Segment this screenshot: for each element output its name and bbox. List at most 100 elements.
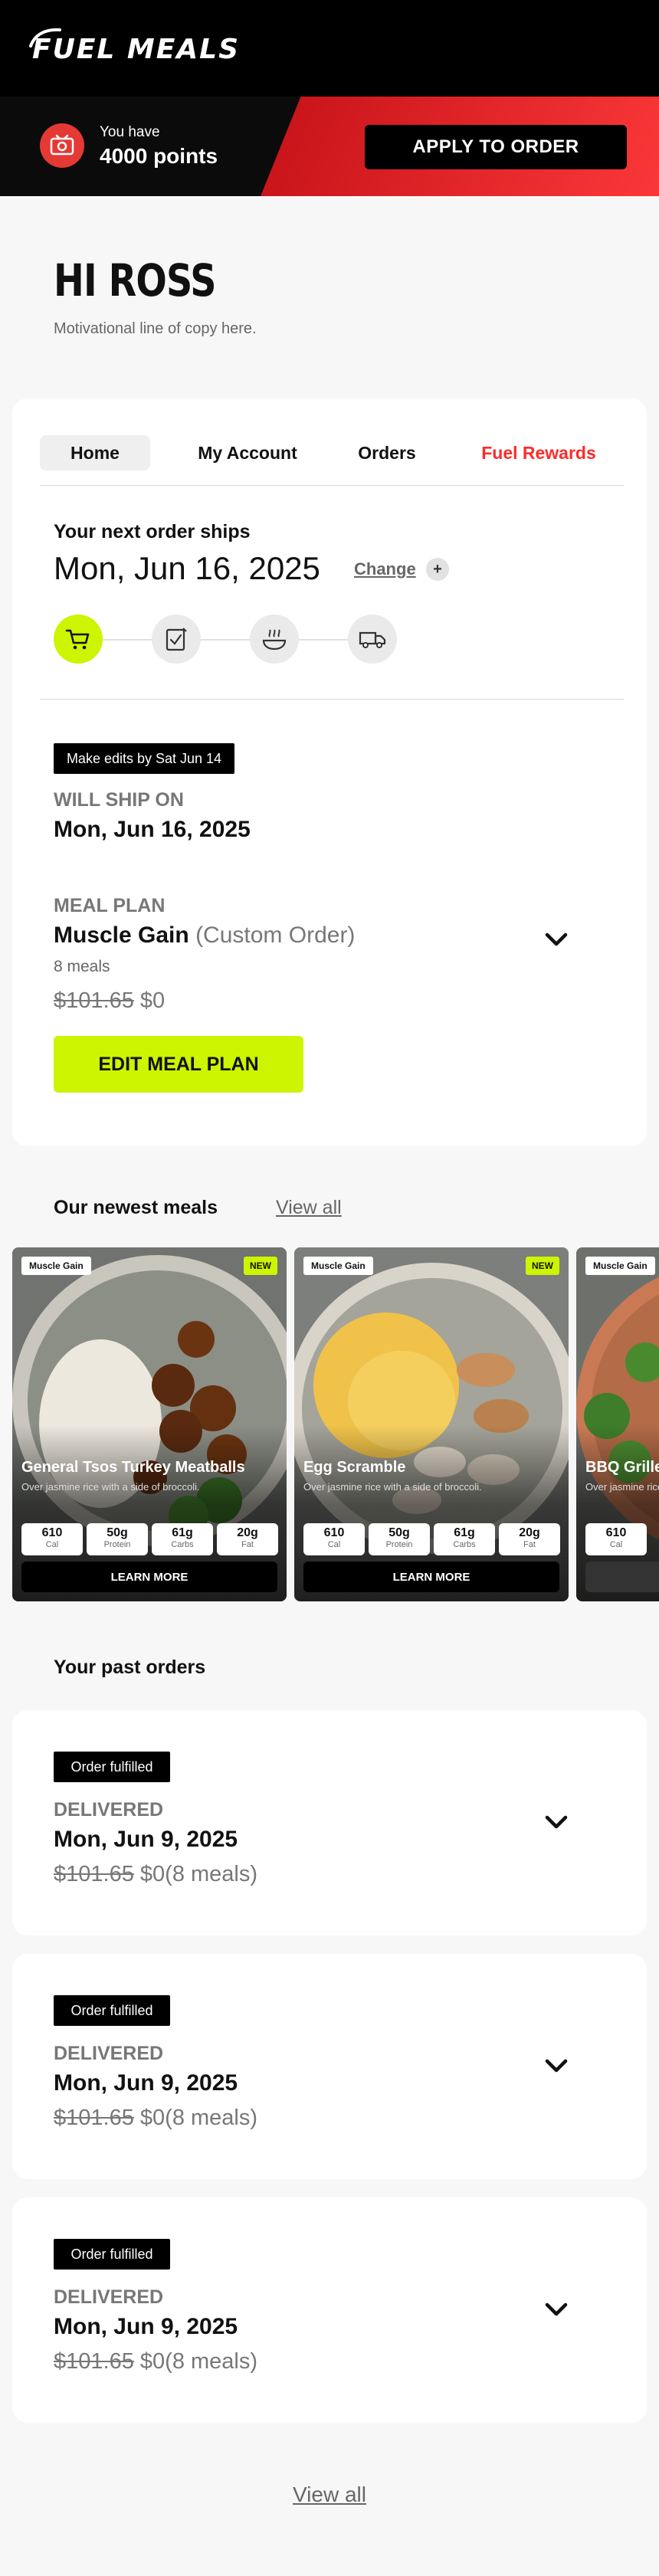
top-header: FUEL MEALS <box>0 0 659 97</box>
price-current: $0 <box>139 1862 166 1886</box>
nutrition-value: 50g <box>107 1526 128 1539</box>
nutrition-fat: 20g Fat <box>217 1523 278 1555</box>
greeting-title: HI ROSS <box>54 254 217 306</box>
price-current: $0 <box>139 2106 166 2130</box>
points-prefix: You have <box>100 124 160 140</box>
meal-plan-type: (Custom Order) <box>195 923 356 948</box>
nutrition-carbs: 61g Carbs <box>434 1523 495 1555</box>
expand-order-chevron-down-icon[interactable] <box>541 2294 572 2325</box>
order-status-tag: Order fulfilled <box>54 2239 170 2270</box>
step-confirmed <box>152 615 201 664</box>
nutrition-value: 610 <box>41 1526 63 1539</box>
meal-plan-count: 8 meals <box>54 958 110 975</box>
rewards-ticket-icon <box>40 123 84 168</box>
tab-orders[interactable]: Orders <box>345 435 429 470</box>
order-date: Mon, Jun 9, 2025 <box>54 2070 238 2096</box>
meal-category-badge: Muscle Gain <box>303 1257 373 1275</box>
nutrition-protein: 50g Protein <box>369 1523 430 1555</box>
next-order-label: Your next order ships <box>54 521 251 542</box>
edit-meal-plan-button[interactable]: EDIT MEAL PLAN <box>54 1036 303 1093</box>
nutrition-value: 61g <box>454 1526 475 1539</box>
expand-meal-plan-chevron-down-icon[interactable] <box>541 924 572 955</box>
order-date: Mon, Jun 9, 2025 <box>54 2314 238 2339</box>
meal-plan-caption: MEAL PLAN <box>54 895 166 916</box>
meal-description: Over jasmine rice with a side of broccol… <box>303 1481 482 1493</box>
divider <box>40 699 624 700</box>
new-badge: NEW <box>244 1257 277 1275</box>
apply-to-order-button[interactable]: APPLY TO ORDER <box>365 125 627 169</box>
nutrition-label: Carbs <box>453 1540 476 1549</box>
order-date: Mon, Jun 9, 2025 <box>54 1827 238 1852</box>
newest-meals-view-all-link[interactable]: View all <box>276 1197 342 1219</box>
fuel-meals-logo[interactable]: FUEL MEALS <box>29 26 240 72</box>
price-current: $0 <box>139 2349 166 2374</box>
step-delivery <box>348 615 397 664</box>
nutrition-label: Cal <box>45 1540 59 1549</box>
nutrition-protein: 50g Protein <box>87 1523 148 1555</box>
meal-plan-name: Muscle Gain (Custom Order) <box>54 923 355 949</box>
newest-meals-title: Our newest meals <box>54 1197 218 1218</box>
tab-my-account[interactable]: My Account <box>182 435 313 470</box>
meal-card[interactable]: Muscle Gain NEW Egg Scramble Over jasmin… <box>294 1247 569 1601</box>
price-original: $101.65 <box>54 2106 134 2130</box>
order-caption: DELIVERED <box>54 2286 164 2308</box>
order-status-tag: Order fulfilled <box>54 1995 170 2026</box>
meal-category-badge: Muscle Gain <box>585 1257 655 1275</box>
ship-date: Mon, Jun 16, 2025 <box>54 817 251 842</box>
meal-name: Egg Scramble <box>303 1459 406 1476</box>
nutrition-calories: 610 Cal <box>303 1523 365 1555</box>
delivery-truck-icon <box>359 631 386 648</box>
step-cart <box>54 615 103 664</box>
expand-order-chevron-down-icon[interactable] <box>541 1807 572 1837</box>
meal-card[interactable]: Muscle Gain BBQ Grilled Over jasmine ric… <box>576 1247 659 1601</box>
past-order-card: Order fulfilled DELIVERED Mon, Jun 9, 20… <box>12 1710 647 1935</box>
nutrition-label: Carbs <box>171 1540 194 1549</box>
nutrition-value: 61g <box>172 1526 193 1539</box>
tab-home[interactable]: Home <box>40 435 150 470</box>
meal-plan-title: Muscle Gain <box>54 923 189 948</box>
expand-order-chevron-down-icon[interactable] <box>541 2050 572 2081</box>
nutrition-value: 610 <box>323 1526 345 1539</box>
past-orders-title: Your past orders <box>54 1657 206 1678</box>
change-plus-button[interactable]: + <box>426 558 449 581</box>
ship-caption: WILL SHIP ON <box>54 789 184 811</box>
nutrition-fat: 20g Fat <box>499 1523 560 1555</box>
nutrition-label: Cal <box>327 1540 341 1549</box>
nutrition-value: 20g <box>237 1526 258 1539</box>
order-status-tag: Order fulfilled <box>54 1752 170 1782</box>
nutrition-calories: 610 Cal <box>21 1523 83 1555</box>
meal-description: Over jasmine rice <box>585 1481 659 1493</box>
nutrition-label: Cal <box>609 1540 623 1549</box>
greeting-subtitle: Motivational line of copy here. <box>54 320 257 337</box>
dashboard-card: Home My Account Orders Fuel Rewards Your… <box>12 398 647 1146</box>
order-caption: DELIVERED <box>54 2043 164 2064</box>
order-caption: DELIVERED <box>54 1799 164 1821</box>
nutrition-label: Fat <box>241 1540 254 1549</box>
order-price: $101.65 $0(8 meals) <box>54 2106 257 2131</box>
past-order-card: Order fulfilled DELIVERED Mon, Jun 9, 20… <box>12 2197 647 2423</box>
change-date-link[interactable]: Change <box>354 559 416 579</box>
learn-more-button[interactable]: LEARN MORE <box>21 1562 277 1592</box>
nutrition-calories: 610 Cal <box>585 1523 647 1555</box>
next-order-date: Mon, Jun 16, 2025 <box>54 550 320 586</box>
learn-more-button[interactable]: LEARN MORE <box>303 1562 559 1592</box>
learn-more-button[interactable] <box>585 1562 659 1592</box>
price-original: $101.65 <box>54 1862 134 1886</box>
account-tabs: Home My Account Orders Fuel Rewards <box>40 420 624 486</box>
progress-track <box>89 639 380 641</box>
meal-plan-price: $101.65 $0 <box>54 988 165 1014</box>
price-current: $0 <box>139 988 166 1013</box>
logo-swoosh-icon <box>29 28 61 48</box>
meal-card[interactable]: Muscle Gain NEW General Tsos Turkey Meat… <box>12 1247 287 1601</box>
step-cooking <box>250 615 299 664</box>
order-price: $101.65 $0(8 meals) <box>54 1862 257 1887</box>
new-badge: NEW <box>526 1257 559 1275</box>
past-order-card: Order fulfilled DELIVERED Mon, Jun 9, 20… <box>12 1954 647 2179</box>
cart-icon <box>65 629 90 650</box>
tab-fuel-rewards[interactable]: Fuel Rewards <box>466 435 611 470</box>
price-original: $101.65 <box>54 988 134 1013</box>
past-orders-view-all-link[interactable]: View all <box>0 2483 659 2507</box>
order-price: $101.65 $0(8 meals) <box>54 2349 257 2374</box>
nutrition-value: 20g <box>519 1526 540 1539</box>
nutrition-value: 610 <box>605 1526 627 1539</box>
